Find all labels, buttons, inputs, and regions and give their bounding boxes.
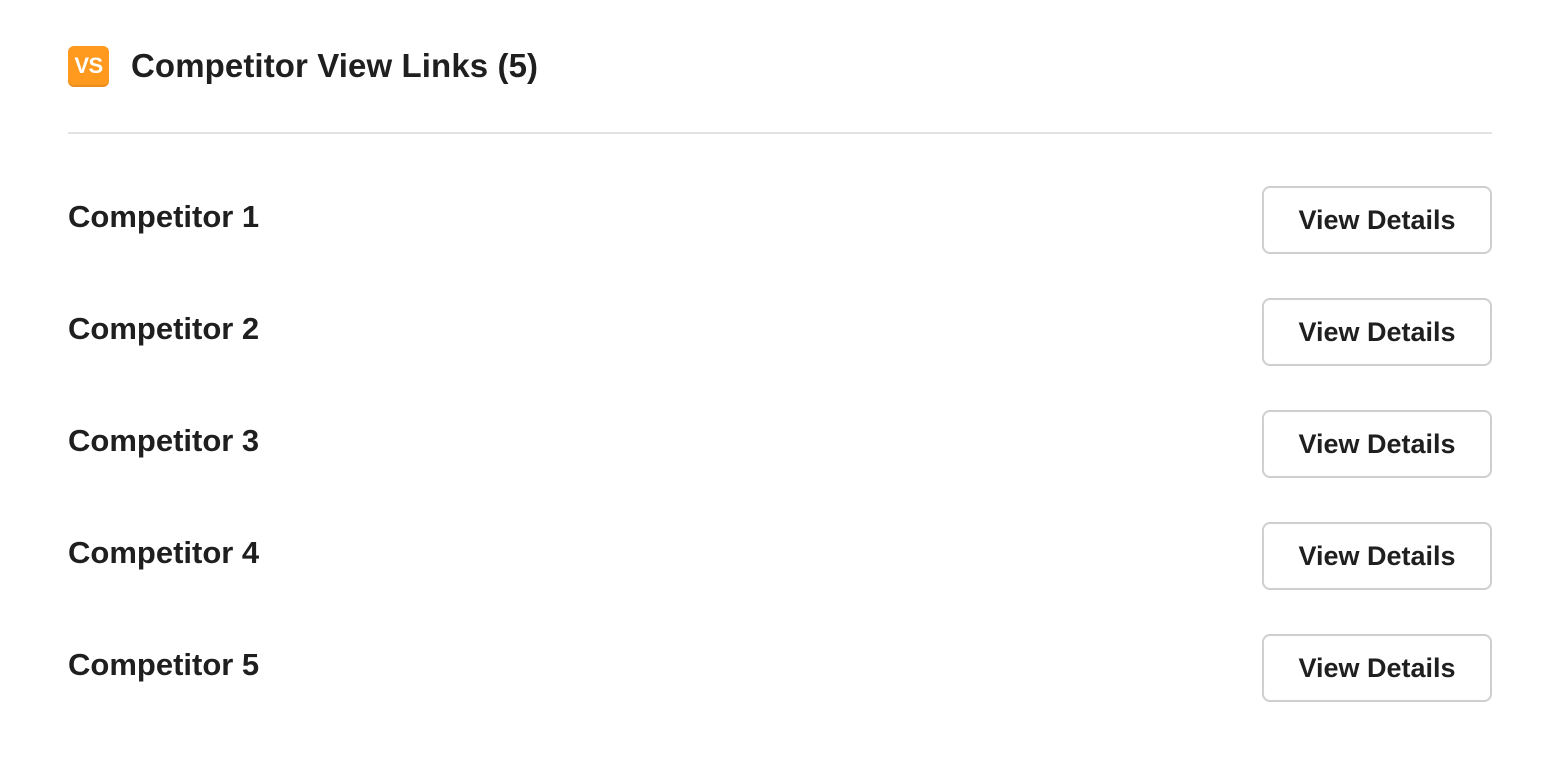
competitor-name: Competitor 5 — [68, 647, 260, 682]
list-item: Competitor 3 View Details — [68, 410, 1492, 478]
view-details-button[interactable]: View Details — [1262, 186, 1492, 254]
list-item: Competitor 4 View Details — [68, 522, 1492, 590]
list-item: Competitor 1 View Details — [68, 186, 1492, 254]
competitor-list: Competitor 1 View Details Competitor 2 V… — [68, 186, 1492, 746]
list-item: Competitor 2 View Details — [68, 298, 1492, 366]
competitor-name: Competitor 2 — [68, 311, 260, 346]
view-details-button[interactable]: View Details — [1262, 410, 1492, 478]
view-details-button[interactable]: View Details — [1262, 298, 1492, 366]
vs-icon: VS — [68, 45, 109, 87]
competitor-links-panel: VS Competitor View Links (5) Competitor … — [68, 0, 1492, 702]
competitor-name: Competitor 3 — [68, 423, 260, 458]
section-header: VS Competitor View Links (5) — [68, 0, 1492, 134]
section-title: Competitor View Links (5) — [131, 47, 539, 84]
competitor-name: Competitor 4 — [68, 535, 260, 570]
list-item: Competitor 5 View Details — [68, 634, 1492, 702]
view-details-button[interactable]: View Details — [1262, 634, 1492, 702]
competitor-name: Competitor 1 — [68, 199, 260, 234]
view-details-button[interactable]: View Details — [1262, 522, 1492, 590]
